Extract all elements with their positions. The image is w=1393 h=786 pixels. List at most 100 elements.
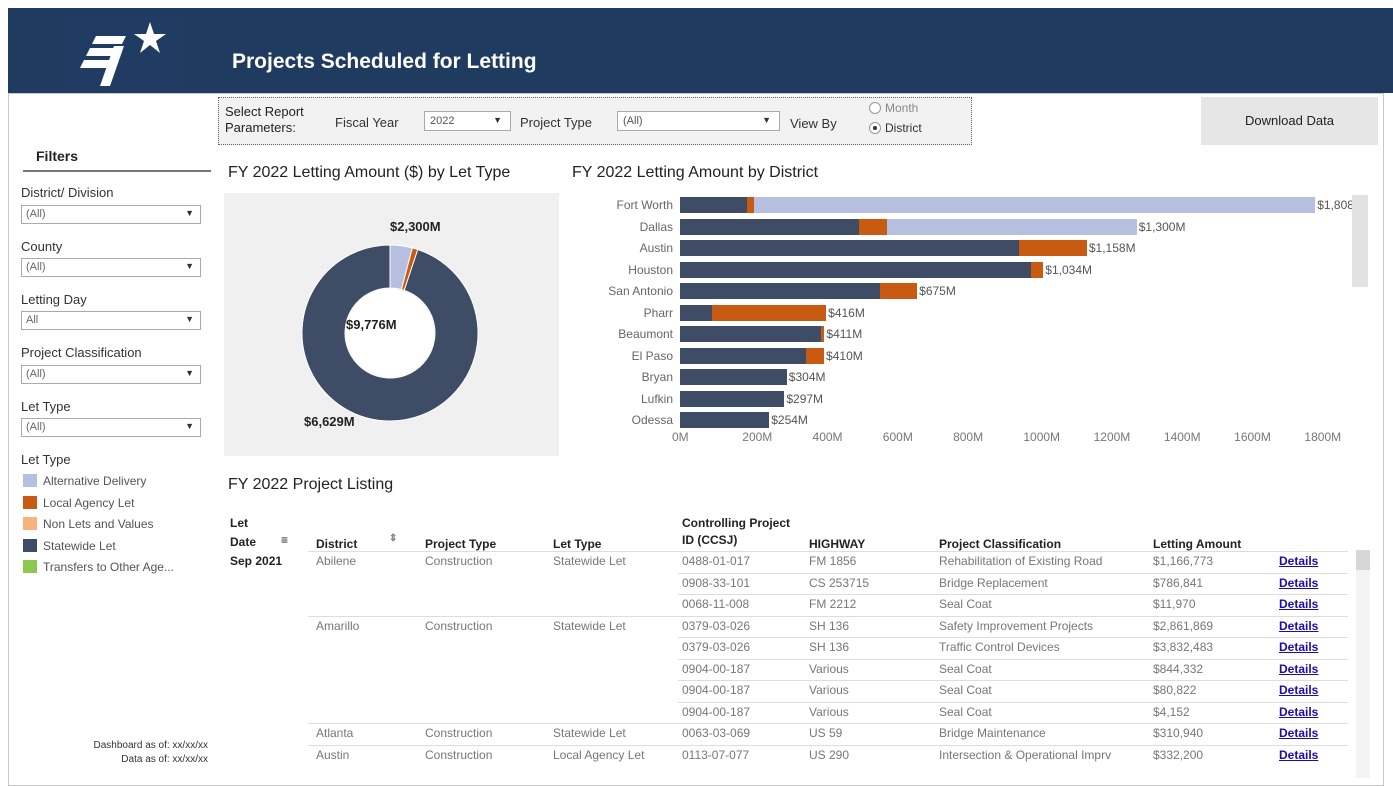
county-filter-select[interactable]: (All) ▼ xyxy=(21,258,201,277)
table-scroll-thumb[interactable] xyxy=(1356,550,1370,570)
details-link[interactable]: Details xyxy=(1279,554,1318,568)
table-cell-cls: Seal Coat xyxy=(939,661,992,676)
project-type-select[interactable]: (All) ▼ xyxy=(617,111,780,131)
donut-center-label: $9,776M xyxy=(346,317,397,332)
table-cell-cls: Rehabilitation of Existing Road xyxy=(939,554,1103,568)
listing-title: FY 2022 Project Listing xyxy=(228,476,394,493)
details-link[interactable]: Details xyxy=(1279,640,1318,654)
district-bar-chart: Fort Worth $1,808M Dallas $1,300M Austin $1,1… xyxy=(568,190,1368,452)
legend-item[interactable]: Alternative Delivery xyxy=(23,474,146,488)
legend-item[interactable]: Statewide Let xyxy=(23,538,116,553)
bar-segment[interactable] xyxy=(1031,261,1044,278)
sort-arrows-icon[interactable]: ⇕ xyxy=(389,533,397,544)
header-let-type[interactable]: Let Type xyxy=(553,537,601,551)
fiscal-year-value: 2022 xyxy=(430,115,455,127)
donut-chart-panel: $2,300M $9,776M $6,629M xyxy=(224,193,559,456)
table-cell-ltype: Local Agency Let xyxy=(553,747,645,762)
bar-segment[interactable] xyxy=(753,197,1316,213)
bar-segment[interactable] xyxy=(711,304,827,321)
view-by-district-option[interactable]: District xyxy=(869,121,922,135)
details-link[interactable]: Details xyxy=(1279,726,1318,740)
bar-segment[interactable] xyxy=(680,369,787,385)
legend-item[interactable]: Transfers to Other Age... xyxy=(23,560,174,574)
details-link[interactable]: Details xyxy=(1279,748,1318,762)
bar-segment[interactable] xyxy=(806,347,825,364)
bar-value-label: $304M xyxy=(788,370,826,384)
header-highway[interactable]: HIGHWAY xyxy=(809,537,865,551)
bar-segment[interactable] xyxy=(680,390,785,407)
bar-segment[interactable] xyxy=(887,218,1137,235)
bar-value-label: $675M xyxy=(919,284,956,298)
bar-segment[interactable] xyxy=(680,261,1032,278)
header-let: Let xyxy=(230,516,248,530)
table-cell-ptype: Construction xyxy=(425,554,493,568)
letting-day-filter-select[interactable]: All ▼ xyxy=(21,311,201,330)
details-link[interactable]: Details xyxy=(1279,662,1318,676)
bar-segment[interactable] xyxy=(880,283,918,299)
row-divider xyxy=(308,723,1348,724)
bar-segment[interactable] xyxy=(1019,240,1087,256)
bar-value-label: $254M xyxy=(771,413,808,427)
bar-segment[interactable] xyxy=(680,326,821,342)
bar-category-label: Bryan xyxy=(641,370,673,384)
district-filter-select[interactable]: (All) ▼ xyxy=(21,205,201,224)
table-cell-ccsj: 0488-01-017 xyxy=(682,554,751,568)
sort-icon[interactable]: ≡ xyxy=(281,533,288,547)
bar-segment[interactable] xyxy=(820,326,825,342)
bar-segment[interactable] xyxy=(680,197,747,213)
details-link[interactable]: Details xyxy=(1279,705,1318,719)
bar-segment[interactable] xyxy=(680,283,881,299)
legend-label: Transfers to Other Age... xyxy=(43,560,174,574)
radio-month[interactable] xyxy=(869,102,881,114)
view-by-month-option[interactable]: Month xyxy=(869,101,918,115)
bar-category-label: Austin xyxy=(639,241,673,255)
classification-filter-select[interactable]: (All) ▼ xyxy=(21,365,201,384)
let-type-filter-select[interactable]: (All) ▼ xyxy=(21,418,201,437)
bar-segment[interactable] xyxy=(680,347,807,364)
details-link[interactable]: Details xyxy=(1279,576,1318,590)
fiscal-year-select[interactable]: 2022 ▼ xyxy=(424,111,511,131)
bar-segment[interactable] xyxy=(746,197,754,213)
bar-chart-scrollbar[interactable] xyxy=(1352,195,1368,287)
table-scrollbar[interactable] xyxy=(1356,550,1370,778)
legend-title: Let Type xyxy=(21,452,71,467)
bar-segment[interactable] xyxy=(680,218,860,235)
details-link[interactable]: Details xyxy=(1279,597,1318,611)
table-cell-hwy: SH 136 xyxy=(809,618,850,633)
legend-item[interactable]: Non Lets and Values xyxy=(23,517,154,531)
download-data-button[interactable]: Download Data xyxy=(1201,97,1378,145)
bar-segment[interactable] xyxy=(680,412,770,428)
bar-value-label: $1,034M xyxy=(1045,262,1092,277)
legend-item[interactable]: Local Agency Let xyxy=(23,495,134,510)
header-district[interactable]: District xyxy=(316,537,357,551)
legend-label: Alternative Delivery xyxy=(43,474,147,488)
table-cell-amt: $11,970 xyxy=(1153,597,1196,611)
legend-label: Non Lets and Values xyxy=(43,517,154,531)
row-divider xyxy=(308,551,1348,552)
header-amount[interactable]: Letting Amount xyxy=(1153,537,1241,551)
radio-district[interactable] xyxy=(869,122,881,134)
table-cell-ccsj: 0379-03-026 xyxy=(682,618,751,633)
bar-segment[interactable] xyxy=(680,240,1020,256)
table-cell-hwy: US 59 xyxy=(809,726,843,740)
bar-segment[interactable] xyxy=(680,304,712,321)
header-ccsj-1[interactable]: Controlling Project xyxy=(682,516,790,530)
county-filter-label: County xyxy=(21,239,63,254)
table-cell-amt: $1,166,773 xyxy=(1153,554,1214,568)
page-title: Projects Scheduled for Letting xyxy=(232,50,537,73)
row-divider xyxy=(308,615,1348,617)
bar-category-label: Lufkin xyxy=(640,391,673,406)
details-link[interactable]: Details xyxy=(1279,683,1318,697)
row-divider xyxy=(678,637,1348,638)
legend-swatch xyxy=(23,560,37,573)
details-link[interactable]: Details xyxy=(1279,619,1318,633)
bar-value-label: $1,300M xyxy=(1138,219,1186,234)
header-ccsj-2[interactable]: ID (CCSJ) xyxy=(682,533,737,547)
x-tick-label: 1200M xyxy=(1093,430,1131,444)
header-classification[interactable]: Project Classification xyxy=(939,537,1061,551)
bar-segment[interactable] xyxy=(859,218,888,235)
header-project-type[interactable]: Project Type xyxy=(425,537,496,551)
params-label: Select Report Parameters: xyxy=(225,104,304,135)
fiscal-year-label: Fiscal Year xyxy=(335,115,399,130)
x-tick-label: 400M xyxy=(812,430,843,444)
